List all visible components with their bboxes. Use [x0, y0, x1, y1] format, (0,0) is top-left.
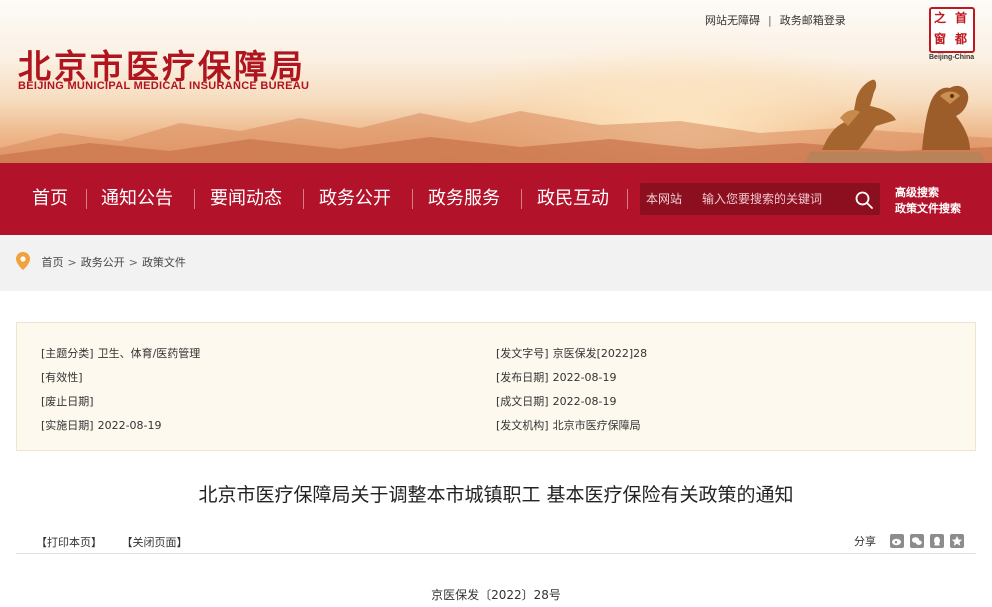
meta-value: 2022-08-19 [552, 395, 617, 408]
nav-divider [627, 189, 628, 209]
seal-char: 之 [934, 11, 947, 25]
share-label: 分享 [854, 535, 876, 548]
close-page-button[interactable]: 【关闭页面】 [122, 536, 188, 549]
page-actions: 【打印本页】 【关闭页面】 [36, 534, 204, 550]
meta-written-date: [成文日期] 2022-08-19 [496, 393, 617, 409]
document-number: 京医保发〔2022〕28号 [431, 588, 561, 602]
meta-key: [主题分类] [41, 347, 94, 360]
nav-notices[interactable]: 通知公告 [101, 163, 173, 235]
meta-topic: [主题分类] 卫生、体育/医药管理 [41, 345, 200, 361]
document-toolbar: 【打印本页】 【关闭页面】 分享 [16, 530, 976, 554]
capital-window-seal-icon[interactable]: 之 首 都 窗 [929, 7, 975, 53]
meta-key: [有效性] [41, 371, 83, 384]
qzone-icon[interactable] [950, 534, 964, 548]
advanced-search-links: 高级搜索 政策文件搜索 [895, 185, 961, 217]
document-title: 北京市医疗保障局关于调整本市城镇职工 基本医疗保险有关政策的通知 [198, 484, 794, 506]
qq-icon[interactable] [930, 534, 944, 548]
search-icon[interactable] [854, 190, 874, 210]
wechat-icon[interactable] [910, 534, 924, 548]
site-search: 本网站 [640, 183, 880, 215]
site-logo-en: BEIJING MUNICIPAL MEDICAL INSURANCE BURE… [18, 80, 310, 92]
header-banner: 北京市医疗保障局 BEIJING MUNICIPAL MEDICAL INSUR… [0, 0, 992, 163]
email-login-link[interactable]: 政务邮箱登录 [780, 12, 846, 28]
nav-divider [412, 189, 413, 209]
breadcrumb-bar: 首页 > 政务公开 > 政策文件 [0, 235, 992, 291]
meta-value: 京医保发[2022]28 [552, 347, 648, 360]
nav-divider [86, 189, 87, 209]
nav-news[interactable]: 要闻动态 [210, 163, 282, 235]
meta-key: [废止日期] [41, 395, 94, 408]
meta-value: 2022-08-19 [97, 419, 162, 432]
share-bar: 分享 [854, 533, 964, 549]
breadcrumb-home[interactable]: 首页 [42, 256, 64, 269]
nav-interaction[interactable]: 政民互动 [537, 163, 609, 235]
advanced-search-link[interactable]: 高级搜索 [895, 185, 961, 201]
nav-gov-services[interactable]: 政务服务 [428, 163, 500, 235]
seal-char: 窗 [934, 32, 947, 46]
nav-home[interactable]: 首页 [32, 163, 68, 235]
search-input[interactable] [702, 188, 850, 210]
bronze-statue-icon [804, 79, 986, 163]
search-scope[interactable]: 本网站 [646, 183, 682, 215]
nav-gov-affairs[interactable]: 政务公开 [319, 163, 391, 235]
weibo-icon[interactable] [890, 534, 904, 548]
print-page-button[interactable]: 【打印本页】 [36, 536, 102, 549]
meta-value: 卫生、体育/医药管理 [97, 347, 201, 360]
breadcrumb: 首页 > 政务公开 > 政策文件 [16, 235, 186, 291]
document-metadata: [主题分类] 卫生、体育/医药管理 [有效性] [废止日期] [实施日期] 2022… [16, 322, 976, 451]
breadcrumb-policy-docs[interactable]: 政策文件 [142, 256, 186, 269]
meta-issuing-agency: [发文机构] 北京市医疗保障局 [496, 417, 641, 433]
top-links-separator: | [768, 14, 772, 27]
meta-key: [实施日期] [41, 419, 94, 432]
breadcrumb-separator: > [128, 256, 138, 269]
meta-publish-date: [发布日期] 2022-08-19 [496, 369, 617, 385]
nav-divider [194, 189, 195, 209]
meta-key: [发布日期] [496, 371, 549, 384]
seal-char: 都 [955, 32, 968, 46]
meta-effective-date: [实施日期] 2022-08-19 [41, 417, 162, 433]
location-pin-icon [16, 252, 30, 270]
seal-char: 首 [955, 11, 968, 25]
meta-repeal-date: [废止日期] [41, 393, 98, 409]
accessibility-link[interactable]: 网站无障碍 [705, 12, 760, 28]
meta-doc-number: [发文字号] 京医保发[2022]28 [496, 345, 647, 361]
main-nav: 首页 通知公告 要闻动态 政务公开 政务服务 政民互动 本网站 高级搜索 政策文… [0, 163, 992, 235]
meta-validity: [有效性] [41, 369, 87, 385]
nav-divider [521, 189, 522, 209]
meta-value: 北京市医疗保障局 [552, 419, 641, 432]
nav-divider [303, 189, 304, 209]
meta-key: [发文字号] [496, 347, 549, 360]
breadcrumb-gov-affairs[interactable]: 政务公开 [81, 256, 125, 269]
meta-value: 2022-08-19 [552, 371, 617, 384]
policy-search-link[interactable]: 政策文件搜索 [895, 201, 961, 217]
meta-key: [发文机构] [496, 419, 549, 432]
meta-key: [成文日期] [496, 395, 549, 408]
top-links: 网站无障碍 | 政务邮箱登录 [705, 12, 846, 28]
breadcrumb-separator: > [67, 256, 77, 269]
